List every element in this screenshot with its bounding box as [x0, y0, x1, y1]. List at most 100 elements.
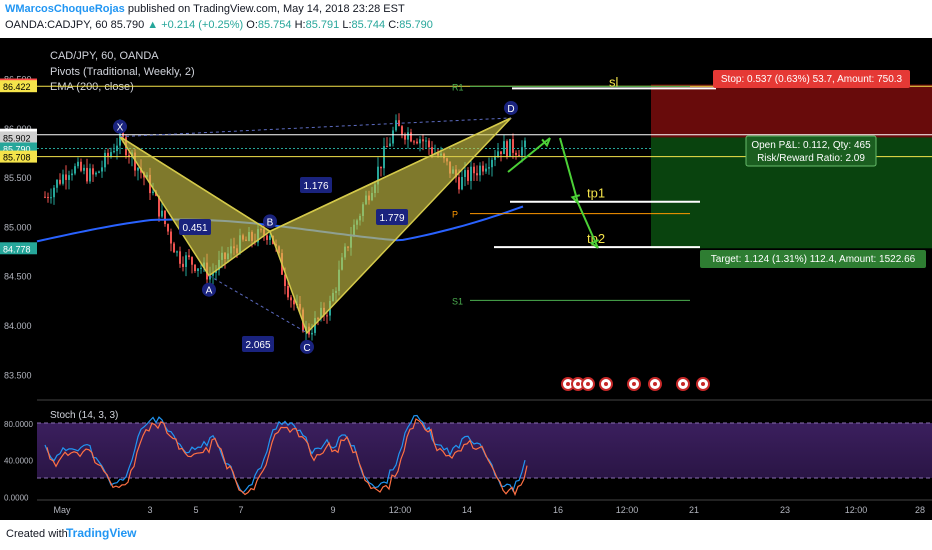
candle-body — [383, 146, 385, 169]
chart-area[interactable]: CAD/JPY, 60, OANDA Pivots (Traditional, … — [0, 38, 932, 520]
y-tick-label: 85.000 — [4, 222, 32, 232]
event-icon-dot — [576, 382, 580, 386]
candle-body — [464, 170, 466, 177]
y-tick-label: 84.500 — [4, 272, 32, 282]
candle-body — [395, 120, 397, 131]
y-tick-label: 83.500 — [4, 370, 32, 380]
candle-body — [83, 167, 85, 171]
candle-body — [512, 139, 514, 153]
candle-body — [167, 224, 169, 232]
ratio-label-text: 2.065 — [245, 340, 270, 351]
candle-body — [80, 161, 82, 171]
candle-body — [191, 257, 193, 265]
event-icon-dot — [653, 382, 657, 386]
candle-body — [524, 140, 526, 148]
event-icon — [581, 377, 595, 391]
target-label-text: Target: 1.124 (1.31%) 112.4, Amount: 152… — [711, 254, 916, 265]
candle-body — [95, 172, 97, 175]
legend-stoch: Stoch (14, 3, 3) — [50, 410, 118, 421]
pattern-point-label: D — [507, 104, 514, 115]
x-tick-label: 23 — [780, 505, 790, 515]
event-icon-dot — [701, 382, 705, 386]
candle-body — [392, 130, 394, 144]
open-value: 85.754 — [257, 19, 292, 31]
target-label: Target: 1.124 (1.31%) 112.4, Amount: 152… — [700, 250, 926, 268]
tradingview-brand[interactable]: TradingView — [66, 526, 136, 540]
x-tick-label: 7 — [238, 505, 243, 515]
candle-body — [71, 173, 73, 176]
pattern-point-d: D — [504, 100, 518, 115]
candle-body — [59, 179, 61, 184]
candle-body — [65, 174, 67, 180]
stoch-tick-label: 80.0000 — [4, 420, 33, 429]
y-tick-label: 84.000 — [4, 321, 32, 331]
ratio-label-text: 0.451 — [182, 223, 207, 234]
chart-svg[interactable]: CAD/JPY, 60, OANDA Pivots (Traditional, … — [0, 38, 932, 520]
pattern-point-a: A — [202, 282, 216, 297]
stop-label: Stop: 0.537 (0.63%) 53.7, Amount: 750.3 — [713, 70, 910, 88]
candle-body — [488, 167, 490, 169]
stoch-tick-label: 40.0000 — [4, 457, 33, 466]
candle-body — [101, 167, 103, 172]
x-tick-label: 9 — [330, 505, 335, 515]
x-tick-label: 28 — [915, 505, 925, 515]
pattern-point-label: C — [303, 343, 310, 354]
candle-body — [188, 255, 190, 258]
candle-body — [197, 268, 199, 271]
candle-body — [500, 151, 502, 155]
high-label: H: — [294, 19, 306, 31]
ratio-label: 0.451 — [179, 219, 211, 235]
x-tick-label: 12:00 — [389, 505, 412, 515]
candle-body — [410, 132, 412, 142]
x-tick-label: 5 — [193, 505, 198, 515]
x-tick-label: 12:00 — [616, 505, 639, 515]
low-value: 85.744 — [351, 19, 386, 31]
candle-body — [404, 135, 406, 140]
price-badge-text: 86.422 — [3, 82, 31, 92]
published-text: published on TradingView.com, May 14, 20… — [124, 3, 405, 15]
candle-body — [176, 251, 178, 253]
candle-body — [461, 176, 463, 190]
pivot-s1-label: S1 — [452, 296, 463, 306]
candle-body — [137, 167, 139, 171]
x-tick-label: May — [53, 505, 71, 515]
high-value: 85.791 — [305, 19, 340, 31]
pattern-point-label: X — [117, 123, 124, 134]
footer: Created with TradingView — [0, 520, 932, 550]
stoch-tick-label: 0.0000 — [4, 493, 29, 502]
price-badge-text: 84.778 — [3, 244, 31, 254]
candle-body — [473, 166, 475, 174]
candle-body — [518, 154, 520, 156]
candle-body — [110, 152, 112, 157]
candle-body — [269, 235, 271, 240]
candle-body — [185, 255, 187, 267]
event-icon — [648, 377, 662, 391]
event-icon — [696, 377, 710, 391]
candle-body — [62, 174, 64, 184]
candle-body — [173, 243, 175, 253]
event-icon — [627, 377, 641, 391]
candle-body — [422, 139, 424, 142]
pnl-label: Open P&L: 0.112, Qty: 465 Risk/Reward Rat… — [745, 135, 877, 167]
candle-body — [509, 139, 511, 157]
candle-body — [413, 141, 415, 143]
candle-body — [476, 173, 478, 176]
event-icon-dot — [586, 382, 590, 386]
candle-body — [503, 141, 505, 155]
candle-body — [425, 140, 427, 142]
pattern-point-label: B — [267, 217, 274, 228]
y-tick-label: 85.500 — [4, 173, 32, 183]
price-badge: 85.902 — [0, 131, 37, 144]
candle-body — [161, 210, 163, 217]
author-link[interactable]: WMarcosChoqueRojas — [5, 3, 125, 15]
quote-line: OANDA:CADJPY, 60 85.790 ▲ +0.214 (+0.25%… — [5, 19, 433, 31]
candle-body — [380, 166, 382, 169]
candle-body — [290, 297, 292, 301]
candle-body — [194, 264, 196, 271]
ratio-label: 2.065 — [242, 336, 274, 352]
candle-body — [515, 152, 517, 155]
candle-body — [53, 187, 55, 198]
pattern-point-x: X — [113, 119, 127, 134]
candle-body — [479, 165, 481, 176]
close-value: 85.790 — [399, 19, 433, 31]
